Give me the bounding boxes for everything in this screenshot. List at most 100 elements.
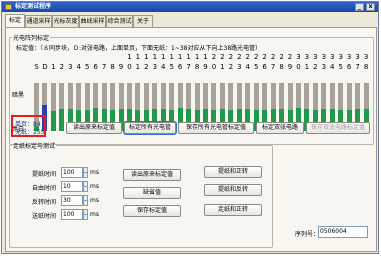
feed-time-unit: ms — [90, 211, 99, 218]
channel-bar — [59, 83, 65, 131]
save-all-calibration-button[interactable]: 保存所有光电管标定值 — [178, 122, 254, 134]
tab-about[interactable]: 关于 — [133, 15, 153, 27]
tab-calibrate[interactable]: 标定 — [5, 14, 25, 27]
free-time-input[interactable]: 10 — [61, 181, 83, 192]
save-double-calibration-button[interactable]: 保存双张电路标定值 — [306, 122, 370, 134]
channel-number: 7 — [355, 63, 360, 71]
channel-number: 3 — [68, 63, 73, 71]
channel-bar — [50, 83, 56, 131]
channel-number-tens: 3 — [330, 53, 335, 61]
title-bar: 标定测试程序 _ x — [2, 2, 378, 12]
channel-number-tens: 1 — [203, 53, 208, 61]
channel-number-tens: 1 — [194, 53, 200, 61]
pull-time-spinner[interactable] — [83, 167, 88, 178]
channel-number: 7 — [101, 63, 107, 71]
channel-number: 7 — [186, 63, 191, 71]
tab-panel: 光电阵列标定 标定值：（８同步块，Ｄ:对张电路，上面单页，下面无纸：1~38对应… — [5, 27, 377, 252]
channel-number: 0 — [127, 63, 132, 71]
channel-number-tens: 3 — [346, 53, 352, 61]
dark-label: 暗黑 — [12, 92, 25, 99]
minimize-button[interactable]: _ — [355, 3, 364, 11]
channel-number-tens: 1 — [177, 53, 183, 61]
channel-number-tens: 3 — [304, 53, 310, 61]
channel-number: 3 — [237, 63, 242, 71]
pull-reverse-button[interactable]: 提纸和反转 — [204, 184, 262, 196]
serial-label: 序列号： — [295, 231, 320, 238]
channel-number: 6 — [262, 63, 267, 71]
channel-number-tens: 2 — [270, 53, 276, 61]
walk-forward-button[interactable]: 走纸和正转 — [204, 204, 262, 216]
channel-number-tens: 2 — [262, 53, 267, 61]
channel-number-tens: 2 — [245, 53, 250, 61]
channel-number: 4 — [245, 63, 250, 71]
channel-number: 0 — [211, 63, 217, 71]
channel-number-tens: 2 — [220, 53, 225, 61]
channel-number-tens: 2 — [237, 53, 242, 61]
channel-bar-fill — [59, 109, 65, 131]
channel-number-tens: 1 — [152, 53, 158, 61]
channel-number: 6 — [93, 63, 98, 71]
read-calibration-button[interactable]: 读出原来标定值 — [66, 122, 122, 134]
channel-number: 9 — [287, 63, 293, 71]
calibrate-all-button[interactable]: 标定所有光电管 — [123, 121, 177, 135]
channel-number: D — [42, 63, 48, 71]
close-button[interactable]: x — [366, 3, 375, 11]
walk-group-title: 走纸标定与测试 — [13, 143, 56, 150]
channel-number: 1 — [304, 63, 310, 71]
serial-input[interactable]: 0506004 — [318, 226, 368, 238]
default-values-button[interactable]: 缺省值 — [123, 187, 181, 199]
channel-number-tens: 1 — [169, 53, 174, 61]
reverse-time-spinner[interactable] — [83, 195, 88, 206]
window-title: 标定测试程序 — [15, 3, 52, 10]
calibration-group-title: 光电阵列标定 — [13, 35, 50, 42]
feed-time-label: 送纸时间 — [32, 213, 57, 220]
channel-number: 2 — [144, 63, 149, 71]
channel-number: 3 — [321, 63, 327, 71]
channel-number: 4 — [330, 63, 335, 71]
channel-number-tens: 2 — [279, 53, 284, 61]
tab-channel-sample[interactable]: 通道采样 — [25, 15, 52, 27]
channel-number-tens: 3 — [338, 53, 343, 61]
channel-number: 5 — [253, 63, 259, 71]
channel-number-tens: 2 — [228, 53, 234, 61]
pull-forward-button[interactable]: 提纸和正转 — [204, 166, 262, 178]
channel-number: 5 — [338, 63, 343, 71]
channel-number: S — [34, 63, 39, 71]
feed-time-spinner[interactable] — [83, 209, 88, 220]
free-time-label: 自由时间 — [32, 185, 57, 192]
pull-time-unit: ms — [90, 169, 99, 176]
feed-time-input[interactable]: 100 — [61, 209, 83, 220]
channel-number-tens: 2 — [253, 53, 259, 61]
calibrate-double-button[interactable]: 标定双张电路 — [256, 122, 304, 134]
free-time-spinner[interactable] — [83, 181, 88, 192]
channel-number-tens: 1 — [127, 53, 132, 61]
channel-number-tens: 1 — [144, 53, 149, 61]
reverse-time-input[interactable]: 30 — [61, 195, 83, 206]
pull-time-label: 提纸时间 — [32, 171, 57, 178]
channel-number: 4 — [161, 63, 166, 71]
channel-number: 7 — [270, 63, 276, 71]
save-calibration-button[interactable]: 保存标定值 — [123, 205, 181, 217]
app-icon — [5, 4, 12, 10]
channel-bar-fill — [50, 110, 56, 131]
channel-number-tens: 3 — [355, 53, 360, 61]
walk-read-calibration-button[interactable]: 读出原来标定值 — [123, 169, 181, 181]
channel-number-tens: 3 — [321, 53, 327, 61]
tab-curve-sample[interactable]: 曲线采样 — [79, 15, 106, 27]
no-paper-value: 无纸：255 — [15, 129, 45, 136]
channel-number: 5 — [84, 63, 90, 71]
channel-number: 6 — [177, 63, 183, 71]
channel-number-tens: 3 — [296, 53, 301, 61]
channel-number: 9 — [203, 63, 208, 71]
channel-number-tens: 1 — [161, 53, 166, 61]
pull-time-input[interactable]: 100 — [61, 167, 83, 178]
channel-number: 6 — [346, 63, 352, 71]
channel-number: 0 — [296, 63, 301, 71]
tab-cursor-gray[interactable]: 光标灰度 — [52, 15, 79, 27]
reverse-time-unit: ms — [90, 197, 99, 204]
channel-number: 8 — [110, 63, 115, 71]
channel-number-tens: 1 — [135, 53, 141, 61]
tab-integrated-test[interactable]: 综合测试 — [106, 15, 133, 27]
reverse-time-label: 反转时间 — [32, 199, 57, 206]
channel-number: 8 — [194, 63, 200, 71]
